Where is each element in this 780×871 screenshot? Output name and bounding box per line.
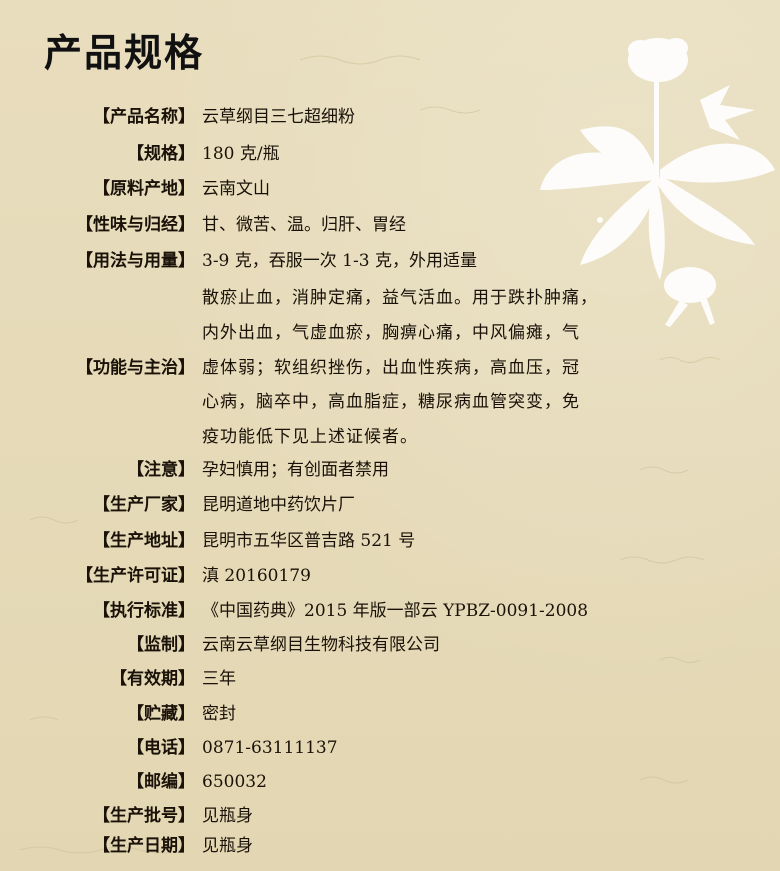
function-text-line: 疫功能低下见上述证候者。 bbox=[202, 427, 418, 447]
function-text-line: 散瘀止血，消肿定痛，益气活血。用于跌扑肿痛， bbox=[202, 288, 598, 308]
spec-value: 密封 bbox=[202, 704, 236, 724]
spec-label: 【生产地址】 bbox=[93, 531, 195, 551]
spec-label: 【生产日期】 bbox=[93, 836, 195, 856]
spec-value: 见瓶身 bbox=[202, 806, 253, 826]
spec-label: 【有效期】 bbox=[110, 669, 195, 689]
function-text-line: 心病，脑卒中，高血脂症，糖尿病血管突变，免 bbox=[202, 392, 580, 412]
spec-label: 【产品名称】 bbox=[93, 107, 195, 127]
spec-value: 3-9 克，吞服一次 1-3 克，外用适量 bbox=[202, 251, 477, 271]
spec-label: 【规格】 bbox=[127, 144, 195, 164]
spec-value: 孕妇慎用；有创面者禁用 bbox=[202, 460, 389, 480]
spec-label: 【监制】 bbox=[127, 635, 195, 655]
spec-label: 【功能与主治】 bbox=[76, 358, 195, 378]
spec-label: 【邮编】 bbox=[127, 772, 195, 792]
function-text-line: 内外出血，气虚血瘀，胸痹心痛，中风偏瘫，气 bbox=[202, 323, 580, 343]
spec-label: 【用法与用量】 bbox=[76, 251, 195, 271]
spec-value: 云草纲目三七超细粉 bbox=[202, 107, 355, 127]
spec-value: 甘、微苦、温。归肝、胃经 bbox=[202, 215, 406, 235]
spec-value: 见瓶身 bbox=[202, 836, 253, 856]
spec-value: 昆明市五华区普吉路 521 号 bbox=[202, 531, 416, 551]
spec-value: 650032 bbox=[202, 772, 267, 792]
spec-label: 【电话】 bbox=[127, 738, 195, 758]
spec-page: 产品规格 【产品名称】 云草纲目三七超细粉 【规格】 180 克/瓶 【原料产地… bbox=[0, 0, 780, 871]
spec-value: 《中国药典》2015 年版一部云 YPBZ-0091-2008 bbox=[202, 601, 589, 621]
spec-label: 【生产批号】 bbox=[93, 806, 195, 826]
spec-label: 【性味与归经】 bbox=[76, 215, 195, 235]
spec-label: 【注意】 bbox=[127, 460, 195, 480]
spec-value: 滇 20160179 bbox=[202, 566, 311, 586]
spec-value: 三年 bbox=[202, 669, 236, 689]
panax-notoginseng-flower-icon bbox=[540, 38, 775, 327]
spec-value: 云南文山 bbox=[202, 179, 270, 199]
spec-value: 180 克/瓶 bbox=[202, 144, 280, 164]
spec-label: 【执行标准】 bbox=[93, 601, 195, 621]
spec-label: 【原料产地】 bbox=[93, 179, 195, 199]
spec-value: 0871-63111137 bbox=[202, 738, 338, 758]
spec-label: 【生产厂家】 bbox=[93, 495, 195, 515]
spec-label: 【贮藏】 bbox=[127, 704, 195, 724]
spec-label: 【生产许可证】 bbox=[76, 566, 195, 586]
spec-value: 云南云草纲目生物科技有限公司 bbox=[202, 635, 440, 655]
function-text-line: 虚体弱；软组织挫伤，出血性疾病，高血压，冠 bbox=[202, 358, 580, 378]
page-title: 产品规格 bbox=[44, 31, 205, 75]
spec-value: 昆明道地中药饮片厂 bbox=[202, 495, 355, 515]
